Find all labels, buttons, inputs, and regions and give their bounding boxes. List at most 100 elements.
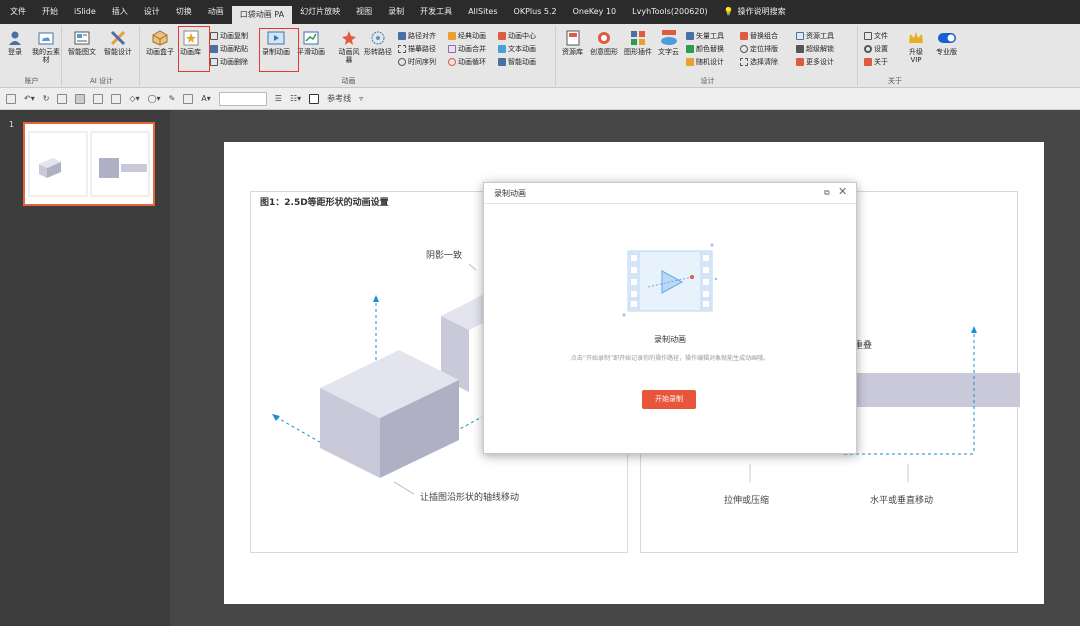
- pro-label: 专业版: [936, 48, 957, 56]
- format-icon[interactable]: [57, 93, 68, 104]
- tab-slideshow[interactable]: 幻灯片放映: [292, 0, 348, 24]
- redo-icon[interactable]: ↻: [43, 94, 50, 103]
- timeline-button[interactable]: 时间序列: [398, 56, 436, 67]
- tab-developer[interactable]: 开发工具: [412, 0, 460, 24]
- undo-icon[interactable]: ↶▾: [24, 94, 35, 103]
- image-icon[interactable]: [93, 93, 104, 104]
- save-icon[interactable]: [6, 93, 16, 104]
- select-clear-label: 选择清除: [750, 57, 778, 66]
- creative-shapes-button[interactable]: 创意图形: [590, 30, 618, 56]
- animation-box-button[interactable]: 动画盒子: [146, 30, 174, 56]
- tab-allsites[interactable]: AllSites: [460, 0, 505, 24]
- text-color-icon[interactable]: A▾: [201, 94, 211, 103]
- list-icon[interactable]: ☷▾: [290, 94, 301, 103]
- login-button[interactable]: 登录: [6, 30, 24, 56]
- tab-lvyhtools[interactable]: LvyhTools(200620): [624, 0, 715, 24]
- select-clear-button[interactable]: 选择清除: [740, 56, 778, 67]
- trace-path-label: 描摹路径: [408, 44, 436, 53]
- smart-text-button[interactable]: 智能图文: [68, 30, 96, 56]
- color-replace-button[interactable]: 颜色替换: [686, 43, 724, 54]
- close-icon[interactable]: ✕: [838, 185, 850, 198]
- copy-label: 动画复制: [220, 31, 248, 40]
- random-label: 随机设计: [696, 57, 724, 66]
- my-cloud-assets-button[interactable]: 我的云素材: [32, 30, 60, 64]
- shape-fill-icon[interactable]: ◇▾: [129, 94, 139, 103]
- replace-group-button[interactable]: 替换组合: [740, 30, 778, 41]
- dialog-divider: [484, 203, 856, 204]
- slide-thumbnail-pane: 1: [0, 110, 170, 626]
- smooth-animation-button[interactable]: 平滑动画: [297, 30, 325, 56]
- animation-copy-button[interactable]: 动画复制: [210, 30, 248, 41]
- animation-merge-button[interactable]: 动画合并: [448, 43, 486, 54]
- outline-icon[interactable]: ◯▾: [148, 94, 161, 103]
- brush-icon[interactable]: ✎: [169, 94, 176, 103]
- pro-edition-toggle[interactable]: 专业版: [936, 30, 957, 56]
- select-icon[interactable]: [75, 93, 86, 104]
- settings-button[interactable]: 设置: [864, 43, 888, 54]
- shape-plugin-button[interactable]: 图形插件: [624, 30, 652, 56]
- clock-icon: [398, 57, 406, 66]
- animation-center-button[interactable]: 动画中心: [498, 30, 536, 41]
- tab-home[interactable]: 开始: [34, 0, 66, 24]
- trace-path-button[interactable]: 描摹路径: [398, 43, 436, 54]
- tab-file[interactable]: 文件: [2, 0, 34, 24]
- label-stretch: 拉伸或压缩: [724, 496, 770, 506]
- axis-arrow-icon: [272, 414, 280, 421]
- tab-transitions[interactable]: 切换: [168, 0, 200, 24]
- tab-insert[interactable]: 插入: [104, 0, 136, 24]
- tell-me-search[interactable]: 💡 操作说明搜索: [716, 0, 794, 24]
- tab-okplus[interactable]: OKPlus 5.2: [506, 0, 565, 24]
- start-recording-button[interactable]: 开始录制: [642, 390, 696, 409]
- animation-loop-button[interactable]: 动画循环: [448, 56, 486, 67]
- shapes-icon: [595, 30, 613, 46]
- more-icon: [796, 57, 804, 66]
- tab-animations[interactable]: 动画: [200, 0, 232, 24]
- random-design-button[interactable]: 随机设计: [686, 56, 724, 67]
- super-unlock-button[interactable]: 超级解锁: [796, 43, 834, 54]
- about-button[interactable]: 关于: [864, 56, 888, 67]
- word-cloud-button[interactable]: 文字云: [658, 30, 679, 56]
- resource-tools-button[interactable]: 资源工具: [796, 30, 834, 41]
- text-animation-button[interactable]: 文本动画: [498, 43, 536, 54]
- smart-design-button[interactable]: 智能设计: [104, 30, 132, 56]
- ribbon: 登录 我的云素材 账户 智能图文 智能设计 AI 设计 动画盒子 动画库 动画复…: [0, 24, 1080, 88]
- animation-delete-button[interactable]: 动画删除: [210, 56, 248, 67]
- classic-animation-button[interactable]: 经典动画: [448, 30, 486, 41]
- group-ai-design: 智能图文 智能设计 AI 设计: [64, 26, 140, 86]
- more-icon[interactable]: ▿: [359, 94, 363, 103]
- tab-view[interactable]: 视图: [348, 0, 380, 24]
- locate-layout-button[interactable]: 定位排版: [740, 43, 778, 54]
- resource-library-button[interactable]: 资源库: [562, 30, 583, 56]
- classic-icon: [448, 31, 456, 40]
- shape-to-path-button[interactable]: 形转路径: [364, 30, 392, 56]
- table-icon[interactable]: [111, 93, 122, 104]
- font-size-input[interactable]: [218, 91, 267, 106]
- tab-islide[interactable]: iSlide: [66, 0, 104, 24]
- checkbox-icon[interactable]: [309, 93, 320, 104]
- tab-record[interactable]: 录制: [380, 0, 412, 24]
- tab-pocket-animation[interactable]: 口袋动画 PA: [231, 6, 293, 24]
- arrange-icon[interactable]: [183, 93, 194, 104]
- group-account: 登录 我的云素材 账户: [2, 26, 62, 86]
- upgrade-vip-button[interactable]: 升级VIP: [906, 30, 926, 64]
- group-label: AI 设计: [89, 77, 114, 85]
- smart-animation-button[interactable]: 智能动画: [498, 56, 536, 67]
- path-align-button[interactable]: 路径对齐: [398, 30, 436, 41]
- quick-access-toolbar: ↶▾ ↻ ◇▾ ◯▾ ✎ A▾ ☰ ☷▾ 参考线 ▿: [0, 88, 1080, 110]
- dialog-heading: 录制动画: [654, 335, 686, 344]
- file-button[interactable]: 文件: [864, 30, 888, 41]
- unlock-label: 超级解锁: [806, 44, 834, 53]
- tab-onekey[interactable]: OneKey 10: [565, 0, 625, 24]
- slide-thumbnail[interactable]: [23, 122, 155, 206]
- animation-paste-button[interactable]: 动画粘贴: [210, 43, 248, 54]
- restore-icon[interactable]: ⧉: [824, 188, 834, 198]
- tab-design[interactable]: 设计: [136, 0, 168, 24]
- slide-number: 1: [9, 120, 15, 129]
- toggle-icon: [937, 30, 956, 46]
- animation-wind-button[interactable]: 动画风暴: [338, 30, 360, 64]
- ref-line-label[interactable]: 参考线: [327, 93, 351, 104]
- align-icon[interactable]: ☰: [275, 94, 282, 103]
- more-design-button[interactable]: 更多设计: [796, 56, 834, 67]
- vector-tools-button[interactable]: 矢量工具: [686, 30, 724, 41]
- delete-icon: [210, 57, 218, 66]
